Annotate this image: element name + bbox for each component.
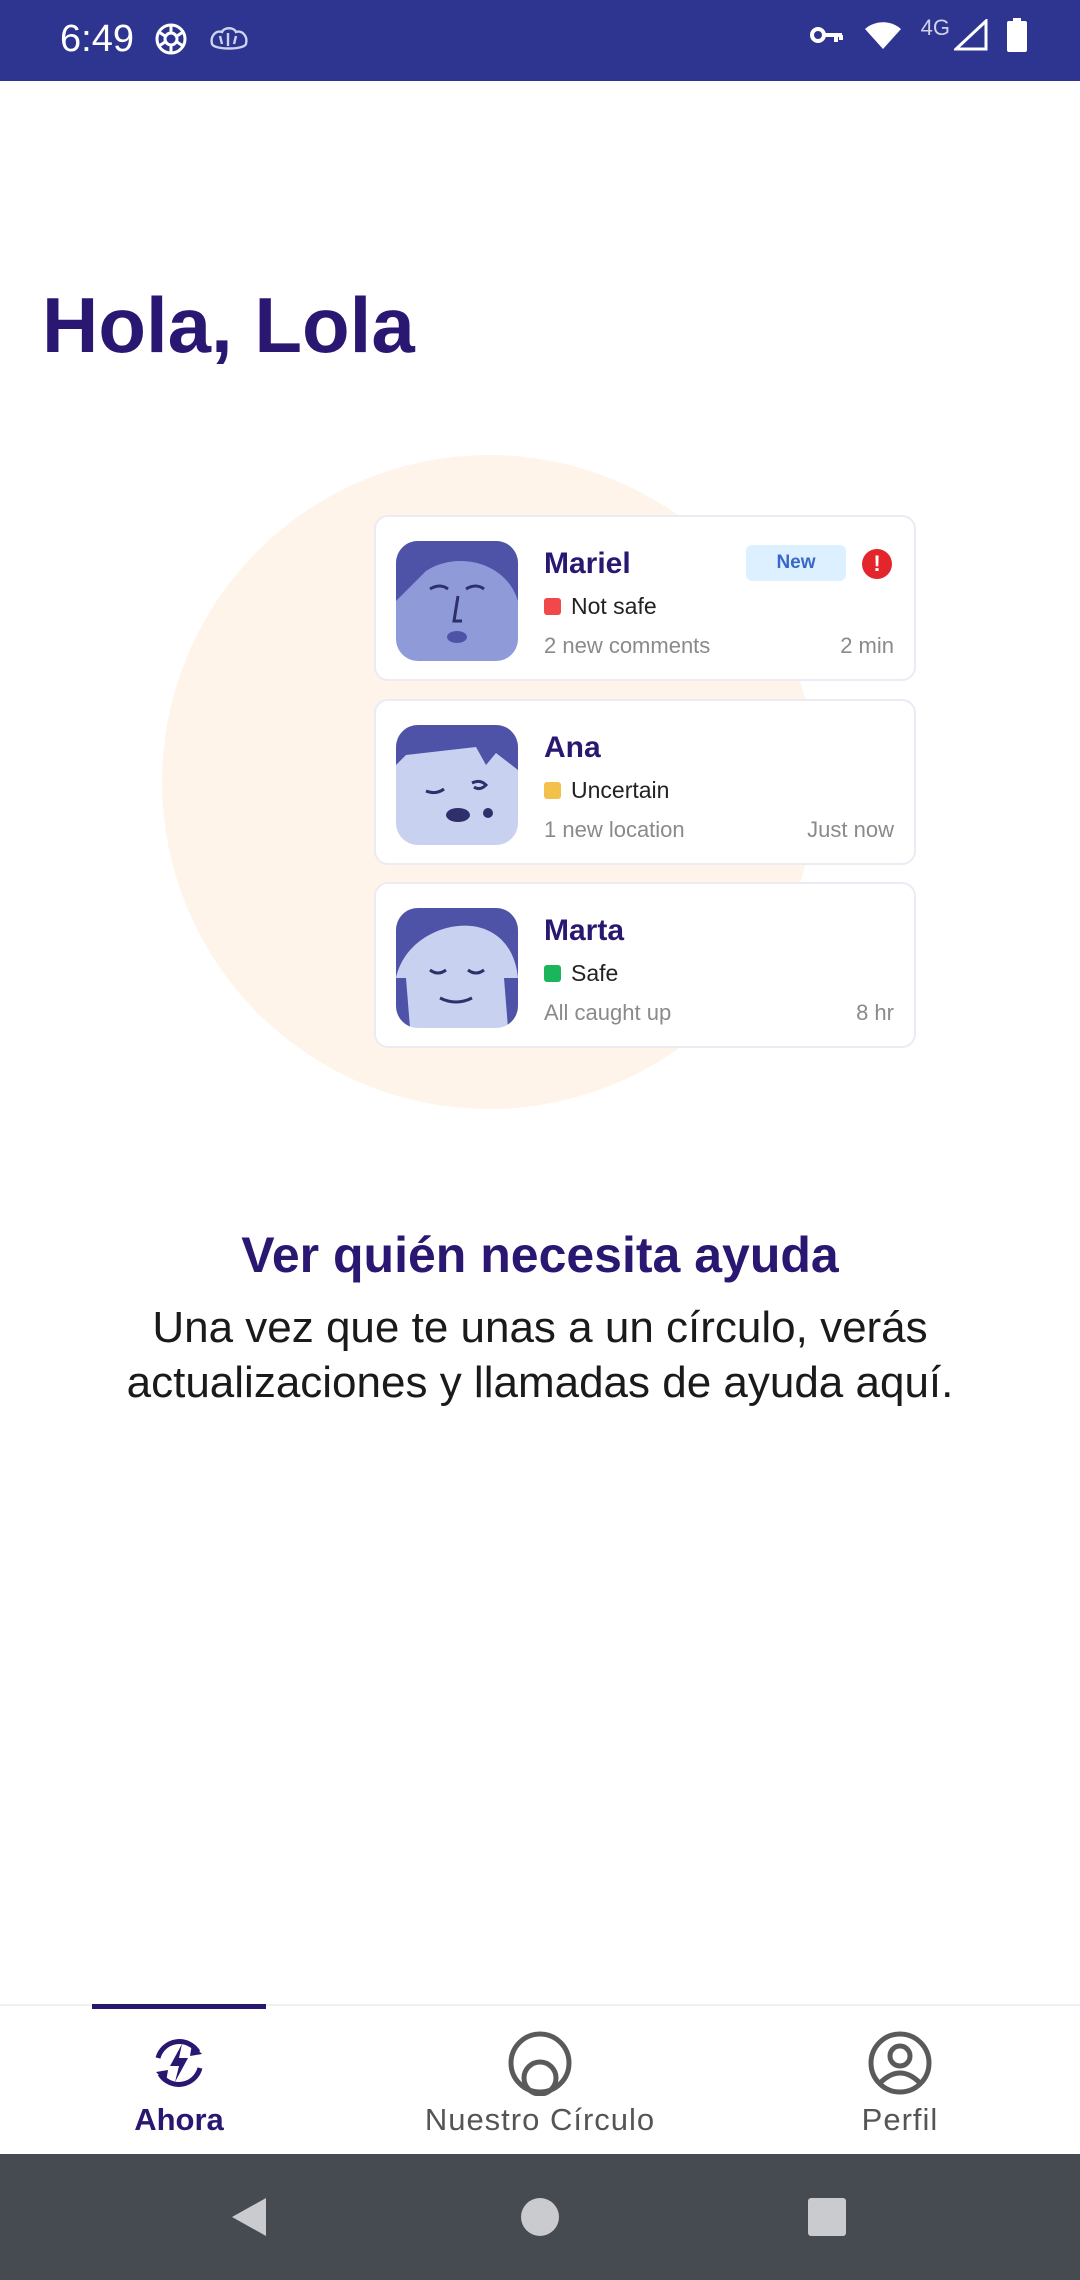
card-time: 8 hr	[856, 1000, 894, 1025]
avatar	[396, 541, 518, 661]
status-dot-green	[544, 965, 561, 982]
new-badge: New	[746, 545, 846, 581]
system-navigation-bar	[0, 2154, 1080, 2280]
card-time: 2 min	[840, 633, 894, 658]
circle-illustration: Mariel New ! Not safe 2 new comments 2 m…	[0, 0, 1080, 1200]
home-icon[interactable]	[519, 2196, 561, 2238]
card-status-label: Safe	[571, 960, 619, 986]
nav-tab-nuestro-circulo[interactable]: Nuestro Círculo	[400, 2006, 680, 2156]
card-status: Not safe	[544, 593, 657, 620]
back-icon[interactable]	[228, 2196, 270, 2238]
profile-icon	[867, 2030, 933, 2096]
status-dot-yellow	[544, 782, 561, 799]
circle-icon	[507, 2030, 573, 2097]
card-time: Just now	[807, 817, 894, 842]
avatar	[396, 908, 518, 1028]
card-status: Safe	[544, 960, 618, 987]
avatar	[396, 725, 518, 845]
bottom-navigation: Ahora Nuestro Círculo Perfil	[0, 2004, 1080, 2156]
member-card-marta: Marta Safe All caught up 8 hr	[374, 882, 916, 1048]
empty-state-body: Una vez que te unas a un círculo, verás …	[126, 1303, 954, 1407]
nav-tab-perfil[interactable]: Perfil	[820, 2006, 980, 2156]
nav-label-ahora: Ahora	[134, 2102, 224, 2137]
alert-icon: !	[862, 549, 892, 579]
nav-label-perfil: Perfil	[861, 2102, 939, 2137]
card-meta: 1 new location	[544, 817, 685, 842]
card-status: Uncertain	[544, 777, 669, 804]
card-status-label: Uncertain	[571, 777, 670, 803]
empty-state-title: Ver quién necesita ayuda	[241, 1227, 839, 1283]
card-status-label: Not safe	[571, 593, 657, 619]
card-meta: All caught up	[544, 1000, 672, 1025]
card-name: Marta	[544, 914, 625, 947]
status-dot-red	[544, 598, 561, 615]
bolt-refresh-icon	[146, 2030, 212, 2096]
card-name: Mariel	[544, 547, 631, 580]
nav-tab-ahora[interactable]: Ahora	[92, 2006, 266, 2156]
recents-icon[interactable]	[806, 2196, 848, 2238]
nav-label-nuestro-circulo: Nuestro Círculo	[424, 2102, 656, 2137]
card-name: Ana	[544, 731, 601, 764]
card-meta: 2 new comments	[544, 633, 711, 658]
member-card-ana: Ana Uncertain 1 new location Just now	[374, 699, 916, 865]
member-card-mariel: Mariel New ! Not safe 2 new comments 2 m…	[374, 515, 916, 681]
